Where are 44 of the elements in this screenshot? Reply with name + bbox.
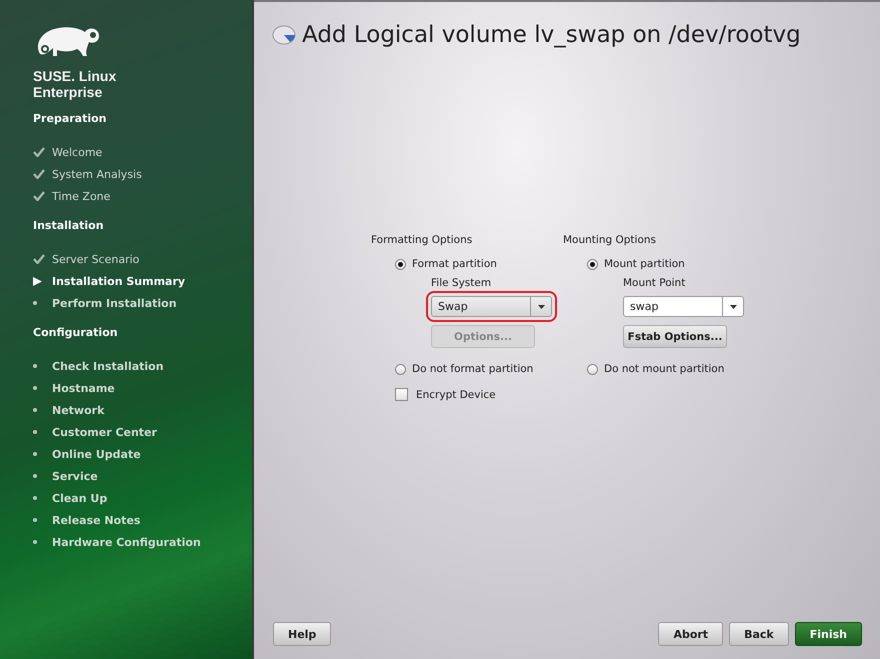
dialog-button[interactable]: Finish [794,622,862,646]
field-label: Mount Point [623,277,686,289]
step-label: Clean Up [52,492,108,504]
group-heading: Mounting Options [563,234,657,246]
step-label: Server Scenario [52,252,140,266]
step-label: System Analysis [52,168,142,180]
step-label: Check Installation [52,360,164,372]
disk-icon [272,25,296,45]
radio-label[interactable]: Do not mount partition [604,363,724,375]
radio-button[interactable] [587,258,598,270]
checkbox[interactable] [395,388,408,401]
step-label: Release Notes [52,514,140,526]
step-label: Hardware Configuration [52,536,201,548]
radio-button[interactable] [395,364,406,374]
dialog-button[interactable]: Abort [658,622,724,646]
options-button[interactable]: Fstab Options... [623,325,727,348]
step-label: Online Update [52,448,141,460]
step-label: Customer Center [52,426,157,438]
dialog-button[interactable]: Back [729,622,789,646]
field-label: File System [431,277,492,289]
brand-name: SUSE. Linux [33,68,118,84]
dropdown-arrow-icon [538,304,544,308]
radio-label[interactable]: Mount partition [604,258,685,270]
brand-name: Enterprise [33,84,104,100]
dialog-title: Add Logical volume lv_swap on /dev/rootvg [302,22,801,48]
step-label: Welcome [52,146,102,158]
section-heading: Installation [33,219,105,232]
step-label: Perform Installation [52,296,177,310]
step-label: Hostname [52,382,115,394]
dropdown-arrow-icon [730,304,736,308]
section-heading: Preparation [33,112,108,125]
radio-button[interactable] [587,364,598,374]
step-label: Installation Summary [52,274,186,288]
dropdown-field[interactable]: swap [623,296,744,317]
step-label: Service [52,470,98,482]
section-heading: Configuration [33,326,119,339]
dialog-button[interactable]: Help [273,622,332,646]
step-label: Time Zone [52,190,110,202]
radio-button[interactable] [395,258,406,270]
step-label: Network [52,404,104,416]
radio-label[interactable]: Do not format partition [412,363,534,375]
checkbox-label[interactable]: Encrypt Device [416,388,496,400]
group-heading: Formatting Options [371,234,474,246]
radio-label[interactable]: Format partition [412,258,497,270]
